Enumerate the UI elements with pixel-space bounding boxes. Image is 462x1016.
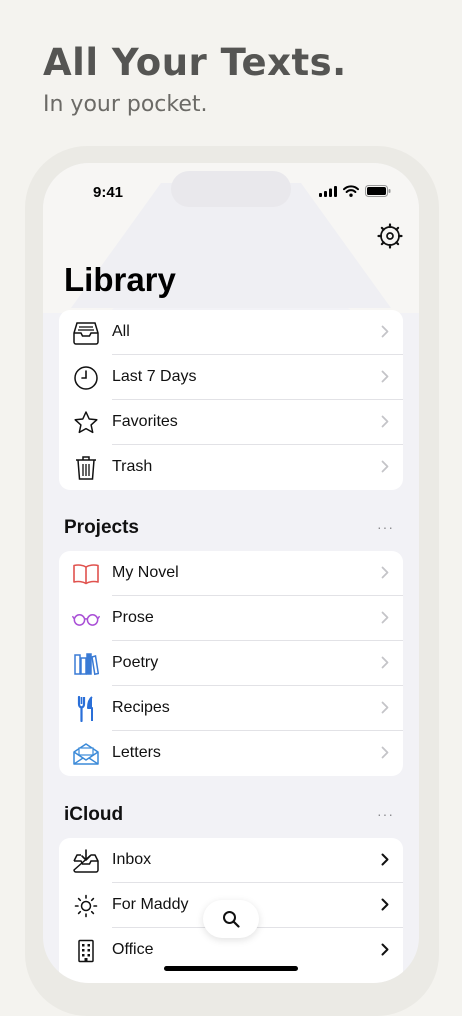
library-item-label: Trash: [112, 458, 153, 475]
wifi-icon: [343, 185, 359, 197]
clock-icon: [72, 364, 100, 392]
icloud-item-label: Office: [112, 941, 154, 958]
envelope-icon: [72, 740, 100, 768]
library-item-favorites[interactable]: Favorites: [59, 400, 403, 445]
chevron-right-icon: [381, 746, 389, 764]
project-item-recipes[interactable]: Recipes: [59, 686, 403, 731]
settings-button[interactable]: [377, 223, 403, 249]
chevron-right-icon: [381, 370, 389, 388]
library-item-last-7-days[interactable]: Last 7 Days: [59, 355, 403, 400]
inbox-icon: [72, 847, 100, 875]
chevron-right-icon: [381, 656, 389, 674]
status-time: 9:41: [93, 184, 124, 201]
icloud-item-label: Inbox: [112, 851, 152, 868]
building-icon: [72, 937, 100, 965]
library-list: All Last 7 Days Favorites Trash: [59, 310, 403, 490]
project-item-my-novel[interactable]: My Novel: [59, 551, 403, 596]
project-item-label: Letters: [112, 744, 161, 761]
project-item-label: My Novel: [112, 564, 179, 581]
chevron-right-icon: [381, 415, 389, 433]
library-item-label: Favorites: [112, 413, 178, 430]
book-icon: [72, 560, 100, 588]
dynamic-island: [171, 171, 291, 207]
status-bar: 9:41: [43, 163, 419, 223]
projects-list: My Novel Prose Poetry Recipes Letters: [59, 551, 403, 776]
gear-icon: [377, 223, 403, 249]
library-item-all[interactable]: All: [59, 310, 403, 355]
chevron-right-icon: [381, 898, 389, 916]
hero-subline: In your pocket.: [43, 92, 208, 117]
library-title: Library: [64, 261, 176, 298]
hero-headline: All Your Texts.: [43, 41, 347, 84]
chevron-right-icon: [381, 325, 389, 343]
books-icon: [72, 650, 100, 678]
search-button[interactable]: [203, 900, 259, 938]
chevron-right-icon: [381, 701, 389, 719]
trash-icon: [72, 454, 100, 482]
project-item-poetry[interactable]: Poetry: [59, 641, 403, 686]
project-item-label: Recipes: [112, 699, 170, 716]
tray-icon: [72, 319, 100, 347]
chevron-right-icon: [381, 943, 389, 961]
home-indicator: [164, 966, 298, 971]
battery-icon: [365, 185, 391, 197]
chevron-right-icon: [381, 611, 389, 629]
projects-header: Projects: [64, 517, 139, 538]
status-icons: [319, 185, 391, 197]
library-item-trash[interactable]: Trash: [59, 445, 403, 490]
library-item-label: Last 7 Days: [112, 368, 197, 385]
project-item-label: Poetry: [112, 654, 159, 671]
search-icon: [223, 911, 240, 928]
project-item-letters[interactable]: Letters: [59, 731, 403, 776]
icloud-item-inbox[interactable]: Inbox: [59, 838, 403, 883]
library-item-label: All: [112, 323, 130, 340]
chevron-right-icon: [381, 460, 389, 478]
chevron-right-icon: [381, 853, 389, 871]
fork-knife-icon: [72, 695, 100, 723]
sun-icon: [72, 892, 100, 920]
project-item-prose[interactable]: Prose: [59, 596, 403, 641]
icloud-item-label: For Maddy: [112, 896, 189, 913]
phone-screen: 9:41 Library All Last 7 Days Favorites T…: [43, 163, 419, 983]
project-item-label: Prose: [112, 609, 154, 626]
chevron-right-icon: [381, 566, 389, 584]
signal-icon: [319, 185, 337, 197]
icloud-more-button[interactable]: ···: [377, 806, 394, 822]
projects-more-button[interactable]: ···: [377, 519, 394, 535]
icloud-header: iCloud: [64, 804, 124, 825]
glasses-icon: [72, 605, 100, 633]
star-icon: [72, 409, 100, 437]
hero-text: All Your Texts. In your pocket.: [43, 40, 347, 117]
